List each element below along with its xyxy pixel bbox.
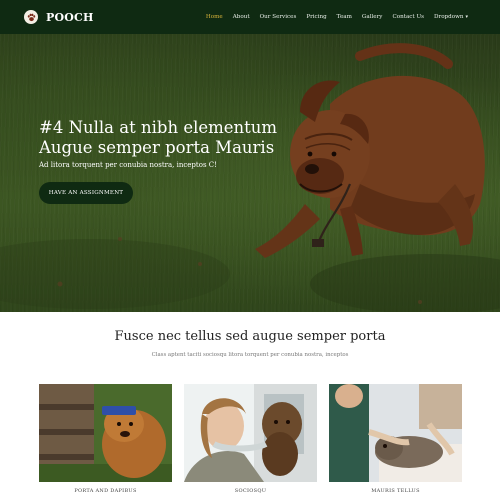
section-title: Fusce nec tellus sed augue semper porta bbox=[114, 329, 386, 344]
card-image bbox=[39, 384, 172, 482]
vet-exam-photo bbox=[329, 384, 462, 482]
service-card-porta-and-dapibus[interactable]: PORTA AND DAPIBUS bbox=[39, 384, 172, 494]
service-card-mauris-tellus[interactable]: MAURIS TELLUS bbox=[329, 384, 462, 494]
nav-item-our-services[interactable]: Our Services bbox=[260, 14, 297, 20]
hero-overlay bbox=[0, 34, 500, 312]
brand[interactable]: POOCH bbox=[24, 10, 94, 24]
dog-with-toy-photo bbox=[39, 384, 172, 482]
nav-menu: Home About Our Services Pricing Team Gal… bbox=[206, 0, 468, 34]
hero-banner: #4 Nulla at nibh elementum Augue semper … bbox=[0, 34, 500, 312]
brand-name: POOCH bbox=[46, 10, 94, 24]
caret-down-icon: ▾ bbox=[465, 14, 468, 20]
nav-item-dropdown[interactable]: Dropdown ▾ bbox=[434, 14, 468, 20]
nav-item-pricing[interactable]: Pricing bbox=[306, 14, 326, 20]
hero-title: #4 Nulla at nibh elementum Augue semper … bbox=[39, 118, 278, 157]
card-image bbox=[184, 384, 317, 482]
nav-item-home[interactable]: Home bbox=[206, 14, 223, 20]
card-image bbox=[329, 384, 462, 482]
nav-dropdown-label: Dropdown bbox=[434, 14, 464, 20]
service-cards: PORTA AND DAPIBUS SOCIOSQU MAURIS TELLUS bbox=[39, 384, 462, 500]
woman-with-puppy-photo bbox=[184, 384, 317, 482]
nav-item-about[interactable]: About bbox=[233, 14, 250, 20]
nav-item-team[interactable]: Team bbox=[337, 14, 352, 20]
card-label: PORTA AND DAPIBUS bbox=[74, 488, 137, 494]
card-label: MAURIS TELLUS bbox=[371, 488, 420, 494]
navbar: POOCH Home About Our Services Pricing Te… bbox=[0, 0, 500, 34]
nav-item-contact-us[interactable]: Contact Us bbox=[392, 14, 424, 20]
paw-icon bbox=[24, 10, 38, 24]
card-label: SOCIOSQU bbox=[234, 488, 267, 494]
assignment-button[interactable]: HAVE AN ASSIGNMENT bbox=[39, 182, 133, 204]
hero-subtitle: Ad litora torquent per conubia nostra, i… bbox=[39, 161, 217, 169]
nav-item-gallery[interactable]: Gallery bbox=[362, 14, 383, 20]
section-subtitle: Class aptent taciti sociosqu litora torq… bbox=[151, 352, 349, 358]
service-card-sociosqu[interactable]: SOCIOSQU bbox=[184, 384, 317, 494]
